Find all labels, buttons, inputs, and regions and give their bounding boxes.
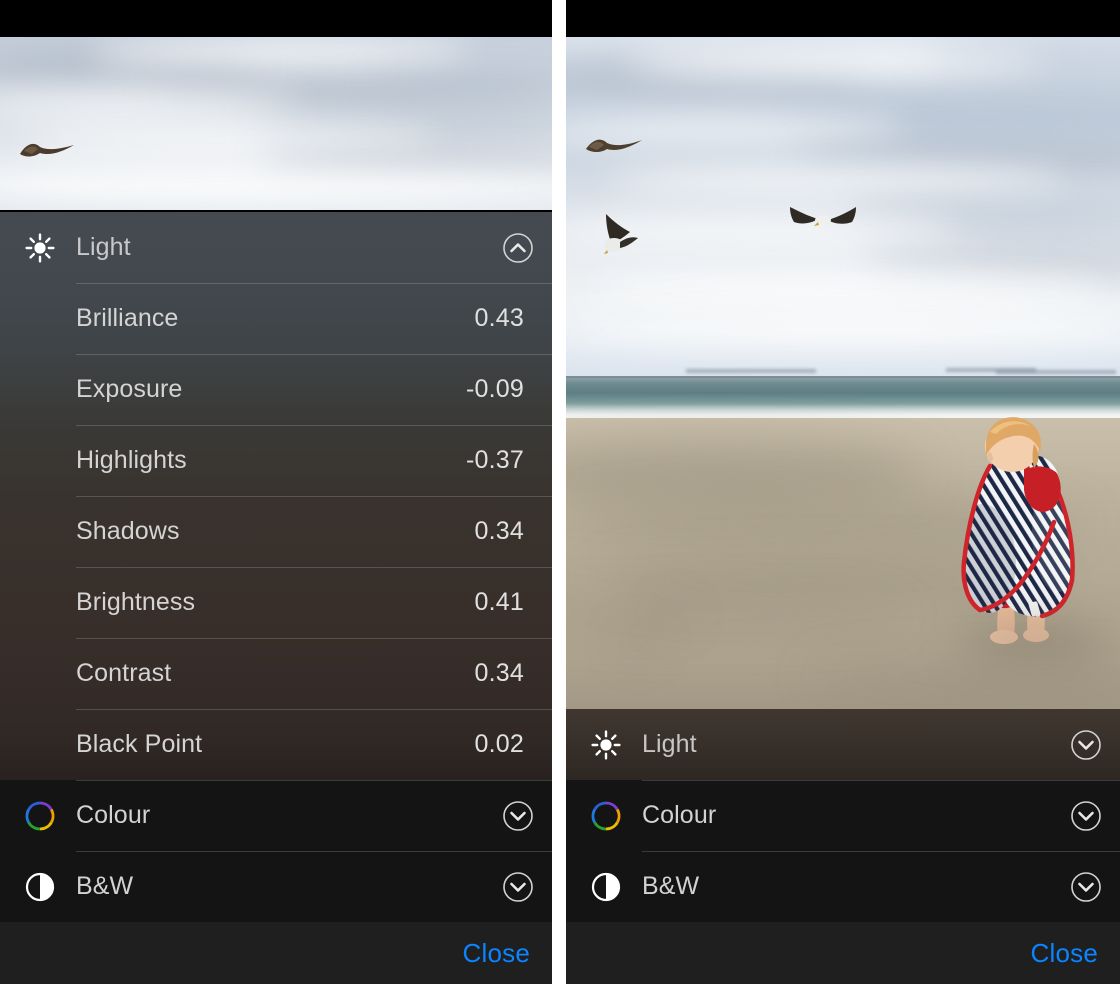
sun-icon: [586, 725, 626, 765]
adjustment-label: Highlights: [76, 446, 187, 474]
row-separator: [76, 425, 552, 426]
section-header-light[interactable]: Light: [566, 709, 1120, 780]
panel-all-collapsed: Light Colour B&W Close: [566, 0, 1120, 984]
adjustment-value: 0.43: [474, 304, 524, 332]
adjustment-row-exposure[interactable]: Exposure -0.09: [0, 354, 552, 425]
panel-light-expanded: Light Brilliance 0.43 Exposure -0.09 Hig…: [0, 0, 552, 984]
status-bar-blackout: [566, 0, 1120, 37]
adjustment-row-brilliance[interactable]: Brilliance 0.43: [0, 283, 552, 354]
close-button[interactable]: Close: [463, 938, 530, 969]
section-header-bw[interactable]: B&W: [0, 851, 552, 922]
chevron-down-circle-icon[interactable]: [502, 871, 534, 903]
seagull-icon: [584, 134, 644, 156]
section-label-light: Light: [76, 233, 131, 261]
adjustment-value: -0.09: [466, 375, 524, 403]
adjustment-label: Black Point: [76, 730, 203, 758]
row-separator: [642, 780, 1120, 781]
row-separator: [76, 851, 552, 852]
adjustment-row-shadows[interactable]: Shadows 0.34: [0, 496, 552, 567]
row-separator: [76, 567, 552, 568]
section-header-light[interactable]: Light: [0, 212, 552, 283]
toddler-shadow: [958, 628, 1108, 654]
toddler-in-towel: [946, 412, 1116, 650]
chevron-down-circle-icon[interactable]: [502, 800, 534, 832]
sky-background: [566, 0, 1120, 376]
screenshot-root: Light Brilliance 0.43 Exposure -0.09 Hig…: [0, 0, 1120, 984]
adjustment-value: 0.02: [474, 730, 524, 758]
edit-sheet-left: Light Brilliance 0.43 Exposure -0.09 Hig…: [0, 212, 552, 984]
section-label-light: Light: [642, 730, 697, 758]
section-label-bw: B&W: [642, 872, 700, 900]
distant-coastline: [996, 370, 1116, 374]
section-light: Light Brilliance 0.43 Exposure -0.09 Hig…: [0, 212, 552, 780]
section-label-colour: Colour: [76, 801, 151, 829]
close-bar: Close: [0, 922, 552, 984]
adjustment-label: Brightness: [76, 588, 196, 616]
section-header-colour[interactable]: Colour: [566, 780, 1120, 851]
section-label-colour: Colour: [642, 801, 717, 829]
horizon-line: [566, 376, 1120, 378]
adjustment-row-black-point[interactable]: Black Point 0.02: [0, 709, 552, 780]
row-separator: [76, 283, 552, 284]
chevron-up-circle-icon[interactable]: [502, 232, 534, 264]
chevron-down-circle-icon[interactable]: [1070, 729, 1102, 761]
seagull-icon: [788, 204, 858, 232]
row-separator: [76, 780, 552, 781]
adjustment-value: 0.34: [474, 517, 524, 545]
adjustment-value: 0.34: [474, 659, 524, 687]
seagull-icon: [18, 138, 76, 160]
section-label-bw: B&W: [76, 872, 134, 900]
section-header-colour[interactable]: Colour: [0, 780, 552, 851]
adjustment-row-contrast[interactable]: Contrast 0.34: [0, 638, 552, 709]
bw-contrast-icon: [586, 867, 626, 907]
adjustment-value: 0.41: [474, 588, 524, 616]
adjustment-row-brightness[interactable]: Brightness 0.41: [0, 567, 552, 638]
chevron-down-circle-icon[interactable]: [1070, 800, 1102, 832]
close-button[interactable]: Close: [1031, 938, 1098, 969]
colour-wheel-icon: [20, 796, 60, 836]
row-separator: [76, 709, 552, 710]
close-bar: Close: [566, 922, 1120, 984]
panel-gutter: [552, 0, 566, 984]
row-separator: [642, 851, 1120, 852]
distant-coastline: [686, 369, 816, 373]
bw-contrast-icon: [20, 867, 60, 907]
row-separator: [76, 496, 552, 497]
sun-icon: [20, 228, 60, 268]
chevron-down-circle-icon[interactable]: [1070, 871, 1102, 903]
row-separator: [76, 354, 552, 355]
adjustment-label: Shadows: [76, 517, 180, 545]
section-header-bw[interactable]: B&W: [566, 851, 1120, 922]
footprint: [624, 636, 650, 650]
adjustment-value: -0.37: [466, 446, 524, 474]
status-bar-blackout: [0, 0, 552, 37]
adjustment-label: Brilliance: [76, 304, 179, 332]
row-separator: [76, 638, 552, 639]
adjustment-label: Exposure: [76, 375, 183, 403]
footprint: [662, 610, 684, 622]
colour-wheel-icon: [586, 796, 626, 836]
edit-sheet-right: Light Colour B&W Close: [566, 709, 1120, 984]
adjustment-row-highlights[interactable]: Highlights -0.37: [0, 425, 552, 496]
adjustment-label: Contrast: [76, 659, 172, 687]
seagull-icon: [598, 212, 650, 260]
